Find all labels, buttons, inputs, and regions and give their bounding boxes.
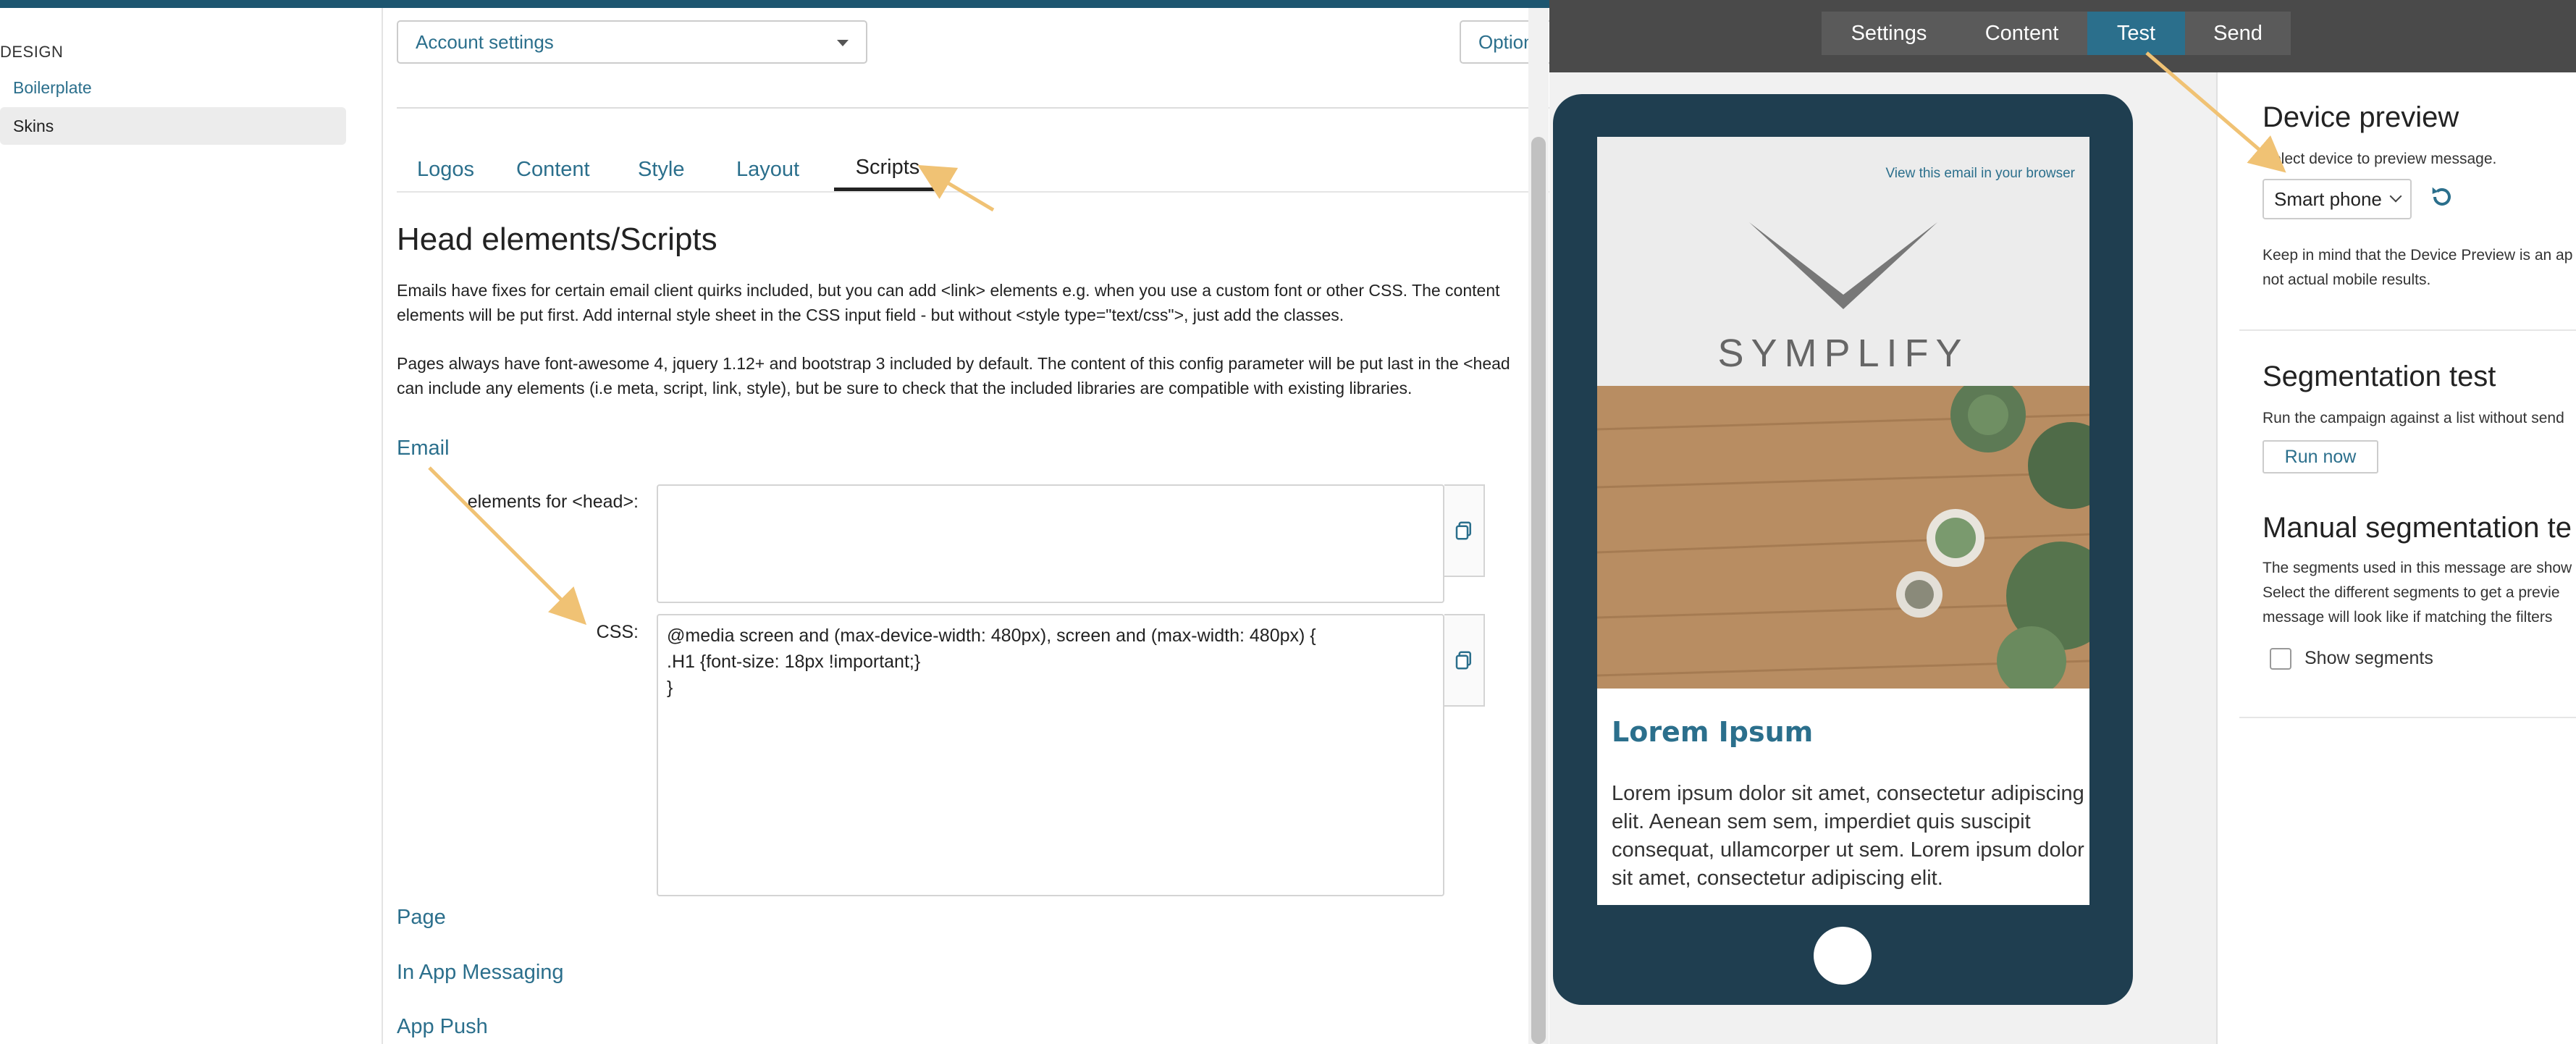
device-frame: View this email in your browser SYMPLIFY [1553,94,2133,1005]
settings-panel: Account settings Options Logos Content S… [383,8,1549,1044]
preview-top-bar: Settings Content Test Send [1549,0,2576,72]
divider [2239,717,2576,718]
email-description: Emails have fixes for certain email clie… [397,278,1549,327]
page-group-link[interactable]: Page [397,906,446,930]
scrollbar-thumb[interactable] [1531,137,1546,1044]
email-heading: Lorem Ipsum [1612,716,1814,748]
copy-head-button[interactable] [1444,484,1485,577]
hero-image [1597,377,2089,696]
run-now-button[interactable]: Run now [2263,440,2378,473]
email-body-text: Lorem ipsum dolor sit amet, consectetur … [1612,782,2084,890]
preview-area: Settings Content Test Send View this ema… [1549,0,2576,1044]
sidebar-item-skins[interactable]: Skins [0,107,346,145]
tab-content[interactable]: Content [1956,12,2089,55]
section-title: Head elements/Scripts [397,222,717,257]
email-header: View this email in your browser SYMPLIFY [1597,137,2089,386]
email-group-link[interactable]: Email [397,437,450,460]
sidebar-item-boilerplate[interactable]: Boilerplate [0,69,346,106]
left-sidebar: DESIGN Boilerplate Skins [0,8,383,1044]
settings-tabs: Logos Content Style Layout Scripts [397,142,1549,193]
divider [2239,329,2576,331]
divider [397,107,1549,109]
app-push-group-link[interactable]: App Push [397,1015,488,1039]
wood-table-plants-image [1597,377,2089,696]
account-settings-select-value: Account settings [416,31,554,53]
tab-scripts[interactable]: Scripts [834,142,941,191]
tab-logos[interactable]: Logos [407,142,484,191]
copy-icon [1455,521,1471,540]
chevron-down-icon [2389,190,2402,203]
caret-down-icon [837,40,849,46]
device-preview-note: Keep in mind that the Device Preview is … [2263,247,2573,288]
email-description-line-2: elements will be put first. Add internal… [397,306,1344,324]
refresh-icon[interactable] [2428,182,2457,211]
tab-style[interactable]: Style [628,142,694,191]
email-preview-screen: View this email in your browser SYMPLIFY [1597,137,2089,905]
page-description-line-2: can include any elements (i.e meta, scri… [397,379,1413,397]
copy-css-button[interactable] [1444,614,1485,707]
device-preview-title: Device preview [2263,101,2459,133]
tab-layout[interactable]: Layout [726,142,809,191]
head-elements-textarea[interactable] [657,484,1444,603]
top-accent-bar [0,0,1549,8]
symplify-logo-icon [1749,222,1937,309]
segmentation-test-title: Segmentation test [2263,361,2496,392]
copy-icon [1455,651,1471,670]
css-label: CSS: [596,622,639,642]
in-app-messaging-group-link[interactable]: In App Messaging [397,961,564,985]
manual-segmentation-text: The segments used in this message are sh… [2263,560,2572,626]
page-description: Pages always have font-awesome 4, jquery… [397,351,1549,400]
nav-section-heading: DESIGN [0,43,64,61]
panel-scrollbar[interactable] [1528,8,1549,1044]
email-description-line-1: Emails have fixes for certain email clie… [397,281,1500,300]
segmentation-test-text: Run the campaign against a list without … [2263,410,2564,426]
device-home-button [1814,927,1872,985]
show-segments-label[interactable]: Show segments [2304,648,2433,669]
tab-content[interactable]: Content [506,142,600,191]
device-select[interactable]: Smart phone [2263,179,2412,219]
css-textarea[interactable]: @media screen and (max-device-width: 480… [657,614,1444,896]
device-select-value: Smart phone [2274,188,2382,210]
account-settings-select[interactable]: Account settings [397,20,867,64]
tab-settings[interactable]: Settings [1822,12,1958,55]
tab-send[interactable]: Send [2185,12,2291,55]
show-segments-checkbox[interactable] [2270,648,2291,670]
manual-segmentation-title: Manual segmentation te [2263,512,2572,544]
view-in-browser-link[interactable]: View this email in your browser [1885,166,2075,182]
head-elements-label: elements for <head>: [467,492,639,512]
test-options-panel: Device preview Select device to preview … [2216,72,2576,1044]
page-description-line-1: Pages always have font-awesome 4, jquery… [397,354,1510,373]
device-preview-hint: Select device to preview message. [2263,151,2497,167]
tab-test[interactable]: Test [2087,12,2186,55]
logo-text: SYMPLIFY [1717,332,1969,375]
